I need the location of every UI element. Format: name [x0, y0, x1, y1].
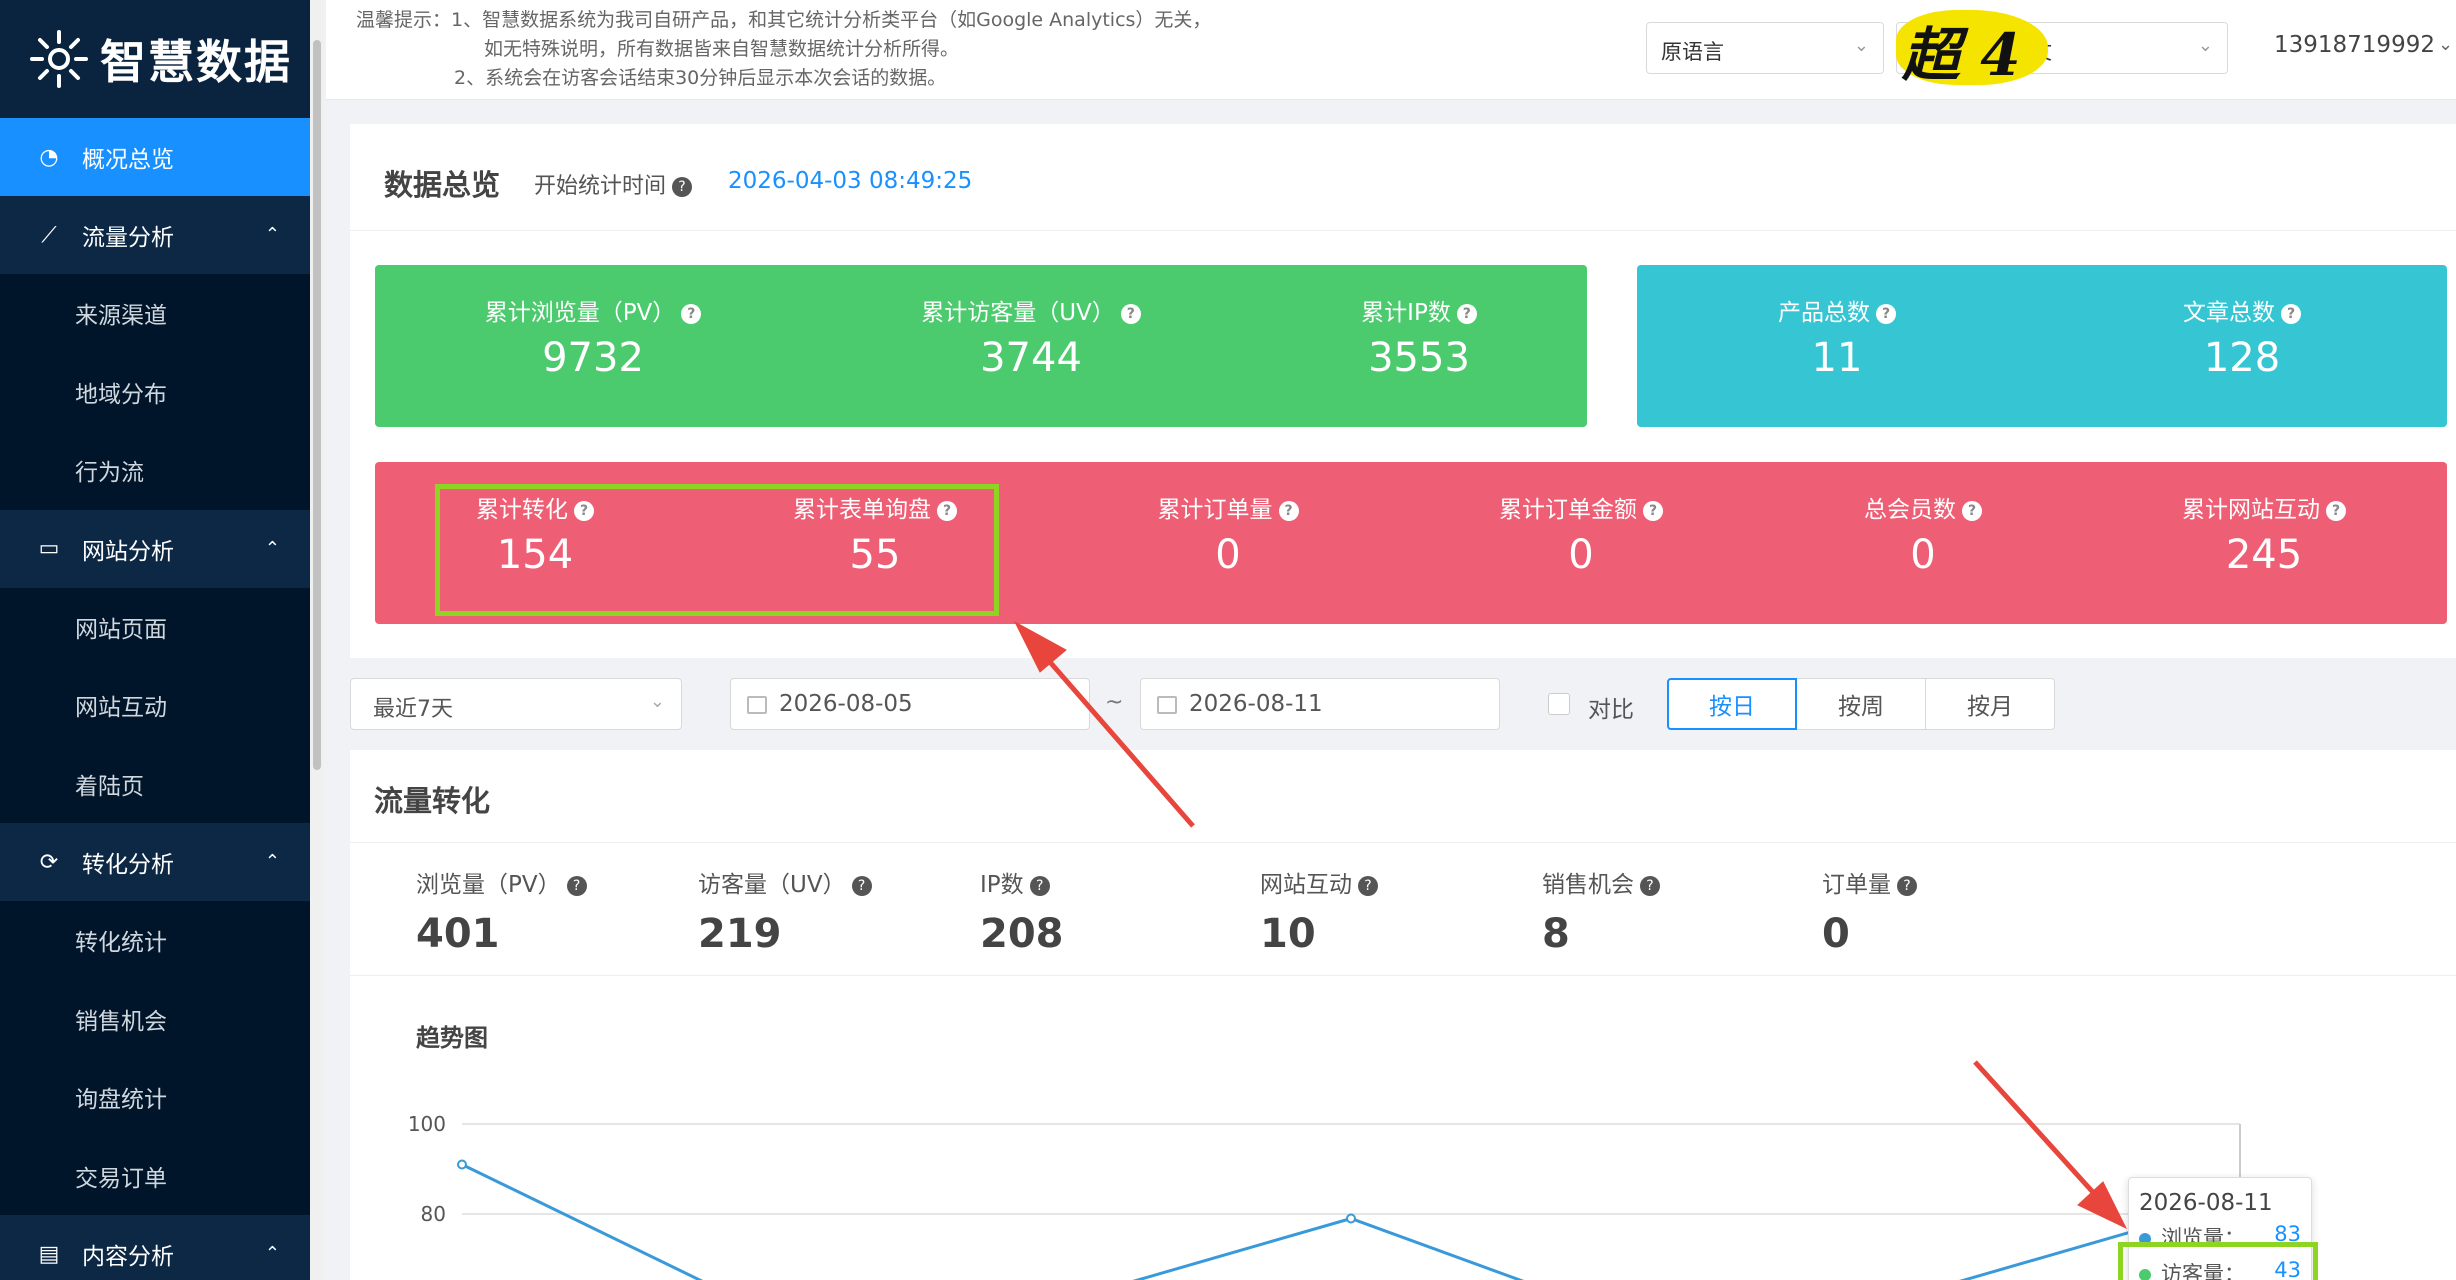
arrowhead-1 — [1013, 620, 1067, 673]
annotation-arrow-2 — [1973, 1060, 2102, 1202]
annotation-arrow-1 — [1034, 644, 1195, 828]
by-day-button[interactable]: 按日 — [1667, 678, 1797, 730]
arrowhead-2 — [2077, 1181, 2128, 1230]
annotation-arrows — [1013, 620, 2128, 1230]
